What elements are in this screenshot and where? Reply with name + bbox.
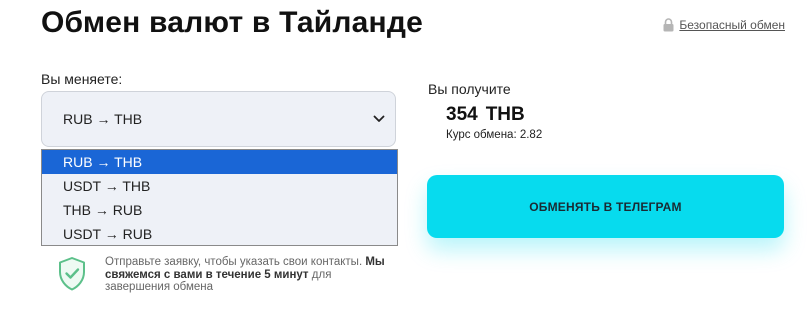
dropdown-option-usdt-thb[interactable]: USDT → THB	[42, 174, 397, 198]
shield-check-icon	[59, 257, 85, 291]
contact-notice-text: Отправьте заявку, чтобы указать свои кон…	[105, 256, 397, 294]
contact-notice: Отправьте заявку, чтобы указать свои кон…	[57, 256, 397, 294]
chevron-down-icon	[373, 115, 385, 122]
receive-amount: 354 THB	[446, 104, 525, 126]
dropdown-option-usdt-rub[interactable]: USDT → RUB	[42, 222, 397, 246]
receive-currency: THB	[485, 104, 525, 125]
currency-pair-select[interactable]: RUB → THB	[41, 91, 396, 147]
secure-exchange-label: Безопасный обмен	[679, 18, 785, 32]
exchange-rate-value: 2.82	[519, 129, 543, 141]
currency-pair-dropdown: RUB → THB USDT → THB THB → RUB USDT → RU…	[41, 149, 398, 246]
lock-icon	[663, 18, 674, 32]
currency-pair-selected: RUB → THB	[63, 111, 143, 127]
exchange-telegram-button[interactable]: ОБМЕНЯТЬ В ТЕЛЕГРАМ	[427, 175, 784, 238]
receive-amount-value: 354	[446, 104, 478, 125]
dropdown-option-thb-rub[interactable]: THB → RUB	[42, 198, 397, 222]
exchange-rate-label: Курс обмена:	[446, 129, 517, 141]
give-label: Вы меняете:	[41, 71, 123, 87]
notice-text-before: Отправьте заявку, чтобы указать свои кон…	[105, 256, 363, 268]
dropdown-option-rub-thb[interactable]: RUB → THB	[42, 150, 397, 174]
exchange-rate: Курс обмена: 2.82	[446, 129, 542, 141]
page-title: Обмен валют в Тайланде	[41, 6, 423, 39]
secure-exchange-link[interactable]: Безопасный обмен	[663, 18, 785, 32]
receive-label: Вы получите	[428, 81, 511, 97]
